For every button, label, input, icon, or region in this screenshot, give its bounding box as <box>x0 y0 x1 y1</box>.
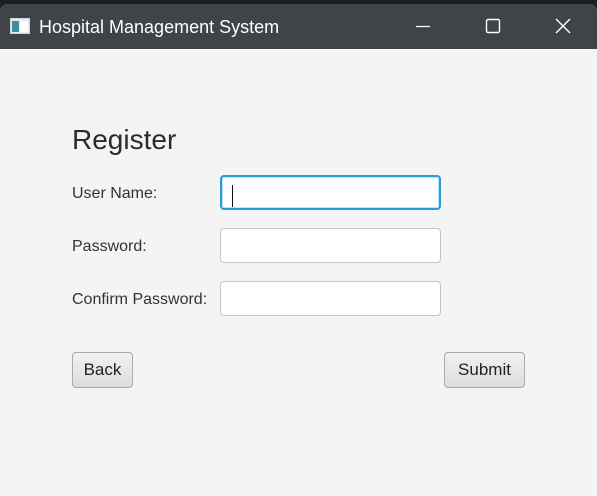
close-icon <box>555 18 571 34</box>
submit-button[interactable]: Submit <box>444 352 525 388</box>
text-caret <box>232 185 233 207</box>
app-window: Hospital Management System Register User… <box>0 4 597 496</box>
password-label: Password: <box>72 238 147 255</box>
back-button[interactable]: Back <box>72 352 133 388</box>
password-field[interactable] <box>220 228 441 263</box>
page-title: Register <box>72 124 177 155</box>
maximize-icon <box>485 18 501 34</box>
username-field[interactable] <box>220 175 441 210</box>
app-window-icon <box>10 18 30 34</box>
register-form: Register User Name: Password: Confirm Pa… <box>0 49 597 496</box>
minimize-icon <box>416 25 430 28</box>
title-bar[interactable]: Hospital Management System <box>0 4 597 49</box>
username-label: User Name: <box>72 185 158 202</box>
close-button[interactable] <box>540 4 586 49</box>
confirm-password-field[interactable] <box>220 281 441 316</box>
minimize-button[interactable] <box>400 4 446 49</box>
confirm-password-label: Confirm Password: <box>72 291 208 308</box>
window-title: Hospital Management System <box>39 17 280 37</box>
maximize-button[interactable] <box>470 4 516 49</box>
